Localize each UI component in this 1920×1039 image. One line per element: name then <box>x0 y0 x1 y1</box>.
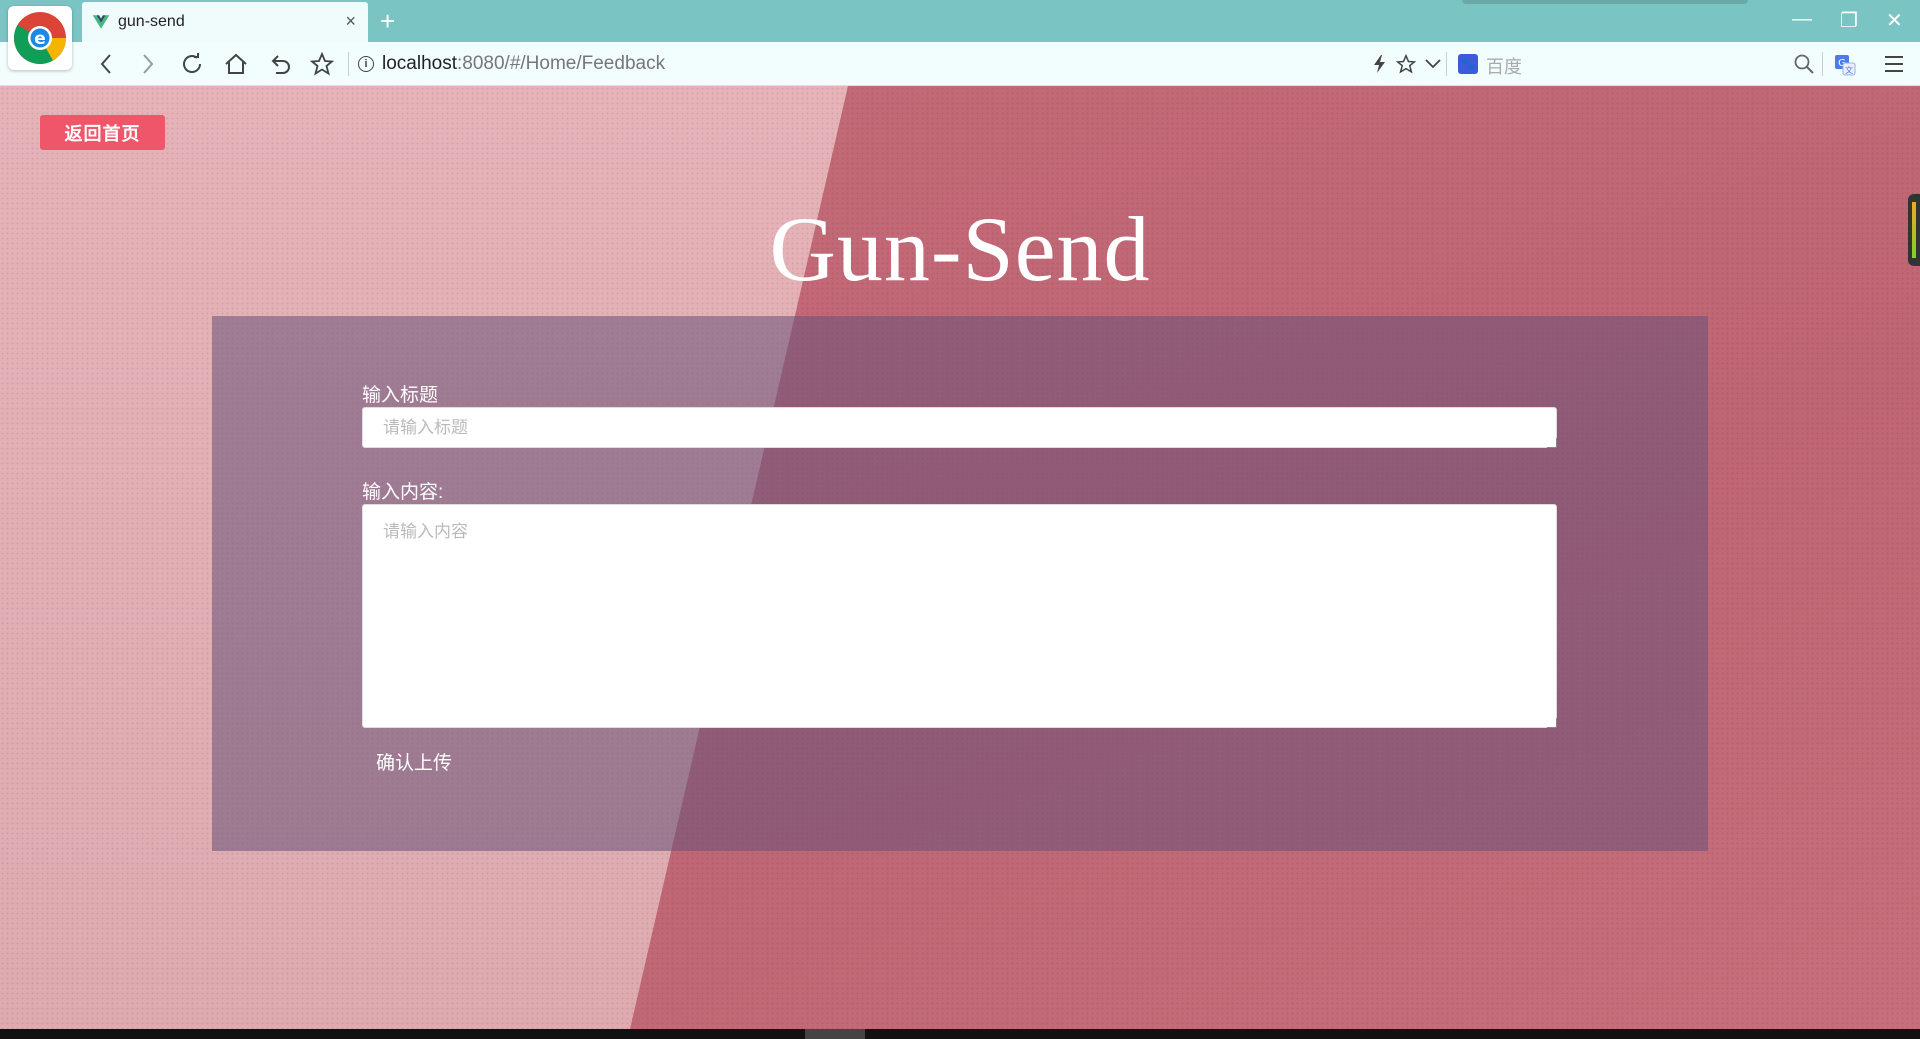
search-icon[interactable] <box>1794 54 1814 79</box>
back-icon[interactable] <box>92 50 120 78</box>
lightning-icon[interactable] <box>1372 54 1388 79</box>
close-window-icon[interactable]: ✕ <box>1886 8 1903 33</box>
feedback-form-panel: 输入标题 输入内容: 确认上传 <box>212 316 1708 851</box>
side-scroll-indicator[interactable] <box>1908 194 1920 266</box>
search-separator <box>1446 52 1447 76</box>
menu-icon[interactable] <box>1884 54 1904 79</box>
os-taskbar <box>0 1029 1920 1039</box>
reload-icon[interactable] <box>178 50 206 78</box>
chrome-logo-icon: e <box>14 12 66 64</box>
new-tab-button[interactable]: + <box>380 6 395 37</box>
address-separator <box>348 52 349 76</box>
tab-title: gun-send <box>118 13 185 30</box>
feedback-page: 返回首页 Gun-Send 输入标题 输入内容: 确认上传 <box>0 86 1920 1029</box>
address-bar: i localhost:8080/#/Home/Feedback 🐾 百度 G文 <box>0 42 1920 86</box>
content-textarea[interactable] <box>362 504 1557 728</box>
title-input[interactable] <box>362 407 1557 448</box>
tab-strip-shadow <box>1462 0 1748 4</box>
back-home-button[interactable]: 返回首页 <box>40 115 165 150</box>
vue-favicon-icon <box>92 15 110 29</box>
browser-tab[interactable]: gun-send × <box>82 2 368 42</box>
url-field[interactable]: localhost:8080/#/Home/Feedback <box>382 53 665 75</box>
title-resize-grip[interactable] <box>1547 438 1557 448</box>
tools-separator <box>1822 52 1823 76</box>
site-info-icon[interactable]: i <box>358 56 374 72</box>
baidu-icon[interactable]: 🐾 <box>1458 54 1478 74</box>
title-label: 输入标题 <box>362 385 439 406</box>
tab-close-icon[interactable]: × <box>345 11 356 32</box>
star-icon[interactable] <box>1395 53 1417 79</box>
minimize-icon[interactable]: — <box>1792 8 1812 31</box>
home-icon[interactable] <box>222 50 250 78</box>
undo-icon[interactable] <box>266 50 294 78</box>
forward-icon[interactable] <box>134 50 162 78</box>
submit-button[interactable]: 确认上传 <box>376 748 452 775</box>
chevron-down-icon[interactable] <box>1424 54 1442 79</box>
taskbar-item[interactable] <box>805 1029 865 1039</box>
browser-logo-icon[interactable]: e <box>8 6 72 70</box>
svg-text:e: e <box>34 29 46 49</box>
content-resize-grip[interactable] <box>1547 718 1557 728</box>
url-host: localhost <box>382 53 457 74</box>
translate-icon[interactable]: G文 <box>1834 54 1856 81</box>
bookmark-star-icon[interactable] <box>308 50 336 78</box>
content-label: 输入内容: <box>362 482 444 503</box>
site-logo-title: Gun-Send <box>769 198 1151 300</box>
restore-icon[interactable]: ❐ <box>1840 8 1858 33</box>
url-path: :8080/#/Home/Feedback <box>457 53 666 74</box>
search-engine-input[interactable]: 百度 <box>1486 53 1522 79</box>
svg-text:文: 文 <box>1845 65 1853 75</box>
browser-tab-bar: gun-send × + — ❐ ✕ <box>0 0 1920 42</box>
